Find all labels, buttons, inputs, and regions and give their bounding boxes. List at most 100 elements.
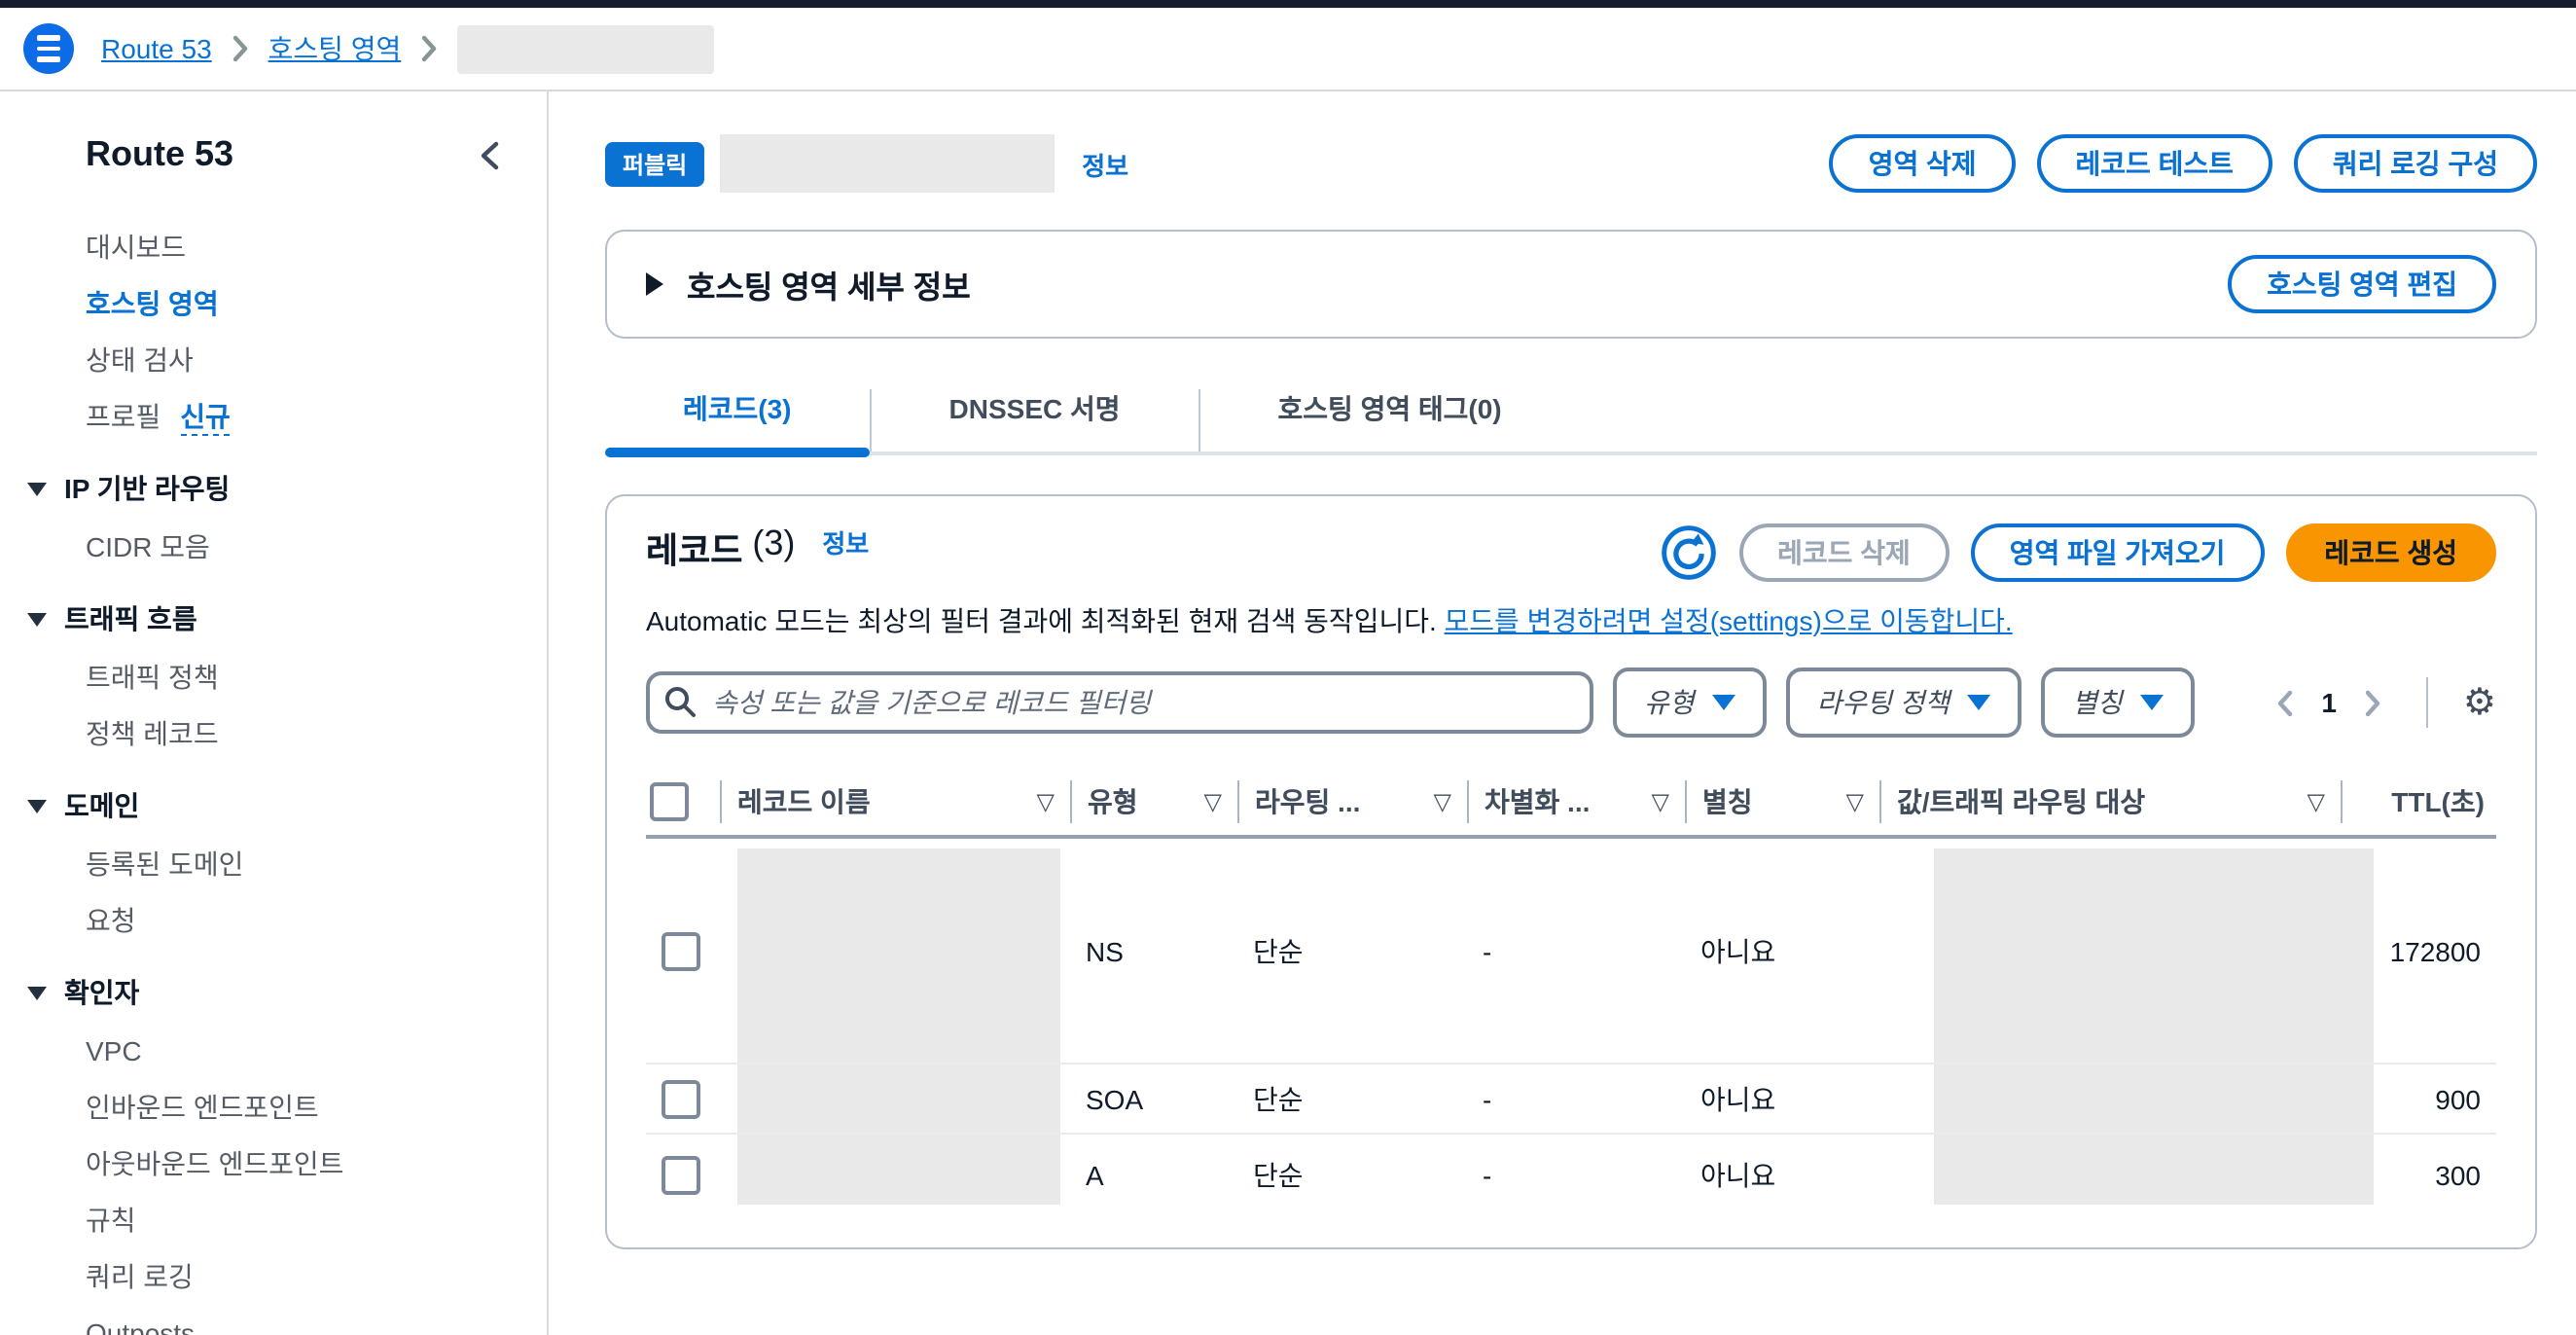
delete-record-button[interactable]: 레코드 삭제 [1738, 523, 1950, 582]
tab-bar: 레코드(3) DNSSEC 서명 호스팅 영역 태그(0) [605, 389, 2537, 455]
sidebar-item-outbound-endpoints[interactable]: 아웃바운드 엔드포인트 [0, 1144, 547, 1183]
sidebar-item-dashboard[interactable]: 대시보드 [0, 228, 547, 267]
row-checkbox[interactable] [662, 1079, 700, 1118]
zone-header: 퍼블릭 정보 영역 삭제 레코드 테스트 쿼리 로깅 구성 [605, 134, 2537, 193]
sidebar-item-vpc[interactable]: VPC [0, 1031, 547, 1070]
column-header-type[interactable]: 유형▽ [1070, 780, 1237, 823]
caret-down-icon [27, 799, 47, 812]
record-routing-cell: 단순 [1237, 1156, 1467, 1195]
dropdown-label: 유형 [1644, 683, 1695, 722]
column-label: 값/트래픽 라우팅 대상 [1897, 782, 2145, 821]
column-header-ttl[interactable]: TTL(초) [2341, 780, 2496, 823]
zone-info-link[interactable]: 정보 [1082, 145, 1128, 182]
caret-right-icon [646, 272, 663, 296]
test-records-button[interactable]: 레코드 테스트 [2037, 134, 2272, 193]
select-all-checkbox[interactable] [646, 780, 720, 823]
pagination-prev-icon[interactable] [2274, 688, 2294, 717]
tab-hosted-zone-tags[interactable]: 호스팅 영역 태그(0) [1199, 389, 1580, 451]
hamburger-menu-icon[interactable] [23, 23, 74, 74]
section-label: 확인자 [64, 973, 139, 1012]
record-filter-search [646, 671, 1593, 734]
caret-down-icon [27, 986, 47, 999]
record-ttl-cell: 172800 [2341, 935, 2496, 966]
sidebar-item-registered-domains[interactable]: 등록된 도메인 [0, 845, 547, 884]
configure-query-logging-button[interactable]: 쿼리 로깅 구성 [2294, 134, 2537, 193]
record-alias-cell: 아니요 [1685, 1156, 1879, 1195]
delete-zone-button[interactable]: 영역 삭제 [1830, 134, 2016, 193]
sidebar-item-outposts[interactable]: Outposts [0, 1314, 547, 1335]
sidebar: Route 53 대시보드 호스팅 영역 상태 검사 프로필신규 IP 기반 라… [0, 91, 549, 1335]
records-title: 레코드 [646, 523, 742, 574]
dropdown-label: 라우팅 정책 [1817, 683, 1950, 722]
table-header-row: 레코드 이름▽ 유형▽ 라우팅 ...▽ 차별화 ... ▽ 별칭▽ 값/트래픽 … [646, 769, 2496, 839]
tab-dnssec-signing[interactable]: DNSSEC 서명 [870, 389, 1199, 451]
column-header-routing[interactable]: 라우팅 ...▽ [1237, 780, 1467, 823]
breadcrumb-hosted-zones-link[interactable]: 호스팅 영역 [268, 29, 402, 68]
sidebar-item-cidr-collections[interactable]: CIDR 모음 [0, 527, 547, 566]
pagination-current-page[interactable]: 1 [2321, 687, 2337, 718]
sidebar-item-health-checks[interactable]: 상태 검사 [0, 341, 547, 379]
hosted-zone-details-panel[interactable]: 호스팅 영역 세부 정보 호스팅 영역 편집 [605, 230, 2537, 339]
sidebar-section-resolver[interactable]: 확인자 [0, 973, 547, 1012]
record-ttl-cell: 900 [2341, 1083, 2496, 1114]
record-filter-input[interactable] [646, 671, 1593, 734]
dropdown-caret-icon [1712, 695, 1735, 710]
column-label: 레코드 이름 [737, 782, 871, 821]
sidebar-item-traffic-policies[interactable]: 트래픽 정책 [0, 658, 547, 697]
create-record-button[interactable]: 레코드 생성 [2285, 523, 2496, 582]
sidebar-item-requests[interactable]: 요청 [0, 901, 547, 940]
alias-filter-dropdown[interactable]: 별칭 [2041, 668, 2195, 738]
column-label: 차별화 ... [1485, 782, 1590, 821]
sidebar-section-ip-routing[interactable]: IP 기반 라우팅 [0, 469, 547, 508]
records-count: (3) [752, 523, 795, 564]
column-label: 별칭 [1702, 782, 1753, 821]
settings-gear-icon[interactable]: ⚙ [2463, 684, 2496, 721]
sidebar-section-domains[interactable]: 도메인 [0, 786, 547, 825]
row-checkbox[interactable] [662, 1156, 700, 1195]
table-row: NS 단순 - 아니요 172800 [646, 839, 2496, 1064]
record-routing-cell: 단순 [1237, 931, 1467, 970]
sidebar-item-query-logging[interactable]: 쿼리 로깅 [0, 1257, 547, 1296]
column-header-record-name[interactable]: 레코드 이름▽ [720, 780, 1070, 823]
main-content: 퍼블릭 정보 영역 삭제 레코드 테스트 쿼리 로깅 구성 호스팅 영역 세부 … [549, 91, 2576, 1335]
records-info-link[interactable]: 정보 [822, 523, 869, 560]
breadcrumb-route53-link[interactable]: Route 53 [101, 33, 212, 64]
sidebar-item-profiles[interactable]: 프로필신규 [0, 397, 547, 436]
dropdown-label: 별칭 [2072, 683, 2123, 722]
column-header-differentiator[interactable]: 차별화 ... ▽ [1467, 780, 1685, 823]
record-type-cell: A [1070, 1160, 1237, 1191]
redacted-zone-name [457, 24, 714, 73]
routing-policy-filter-dropdown[interactable]: 라우팅 정책 [1786, 668, 2022, 738]
record-ttl-cell: 300 [2341, 1160, 2496, 1191]
dropdown-caret-icon [1967, 695, 1990, 710]
top-nav-edge [0, 0, 2576, 8]
breadcrumb-bar: Route 53 호스팅 영역 [0, 8, 2576, 91]
sidebar-item-inbound-endpoints[interactable]: 인바운드 엔드포인트 [0, 1088, 547, 1127]
records-table: 레코드 이름▽ 유형▽ 라우팅 ...▽ 차별화 ... ▽ 별칭▽ 값/트래픽 … [646, 769, 2496, 1216]
refresh-icon[interactable] [1659, 523, 1717, 582]
breadcrumb: Route 53 호스팅 영역 [101, 24, 714, 73]
record-differentiator-cell: - [1467, 1160, 1685, 1191]
import-zone-file-button[interactable]: 영역 파일 가져오기 [1971, 523, 2265, 582]
chevron-right-icon [232, 35, 249, 62]
settings-link[interactable]: 모드를 변경하려면 설정(settings)으로 이동합니다. [1445, 605, 2013, 636]
caret-down-icon [27, 612, 47, 626]
record-differentiator-cell: - [1467, 935, 1685, 966]
row-checkbox[interactable] [662, 931, 700, 970]
pagination-next-icon[interactable] [2364, 688, 2383, 717]
edit-hosted-zone-button[interactable]: 호스팅 영역 편집 [2228, 255, 2496, 313]
type-filter-dropdown[interactable]: 유형 [1613, 668, 1767, 738]
column-header-value[interactable]: 값/트래픽 라우팅 대상▽ [1879, 780, 2341, 823]
section-label: 트래픽 흐름 [64, 599, 197, 638]
sidebar-item-hosted-zones[interactable]: 호스팅 영역 [0, 284, 547, 323]
column-header-alias[interactable]: 별칭▽ [1685, 780, 1879, 823]
tab-records[interactable]: 레코드(3) [605, 389, 870, 451]
sidebar-collapse-icon[interactable] [479, 139, 500, 170]
table-row: SOA 단순 - 아니요 900 [646, 1064, 2496, 1135]
redacted-zone-title [720, 134, 1055, 193]
sidebar-section-traffic-flow[interactable]: 트래픽 흐름 [0, 599, 547, 638]
sidebar-item-rules[interactable]: 규칙 [0, 1201, 547, 1240]
sort-icon: ▽ [1636, 788, 1669, 815]
pagination: 1 ⚙ [2274, 677, 2496, 728]
sidebar-item-policy-records[interactable]: 정책 레코드 [0, 714, 547, 753]
